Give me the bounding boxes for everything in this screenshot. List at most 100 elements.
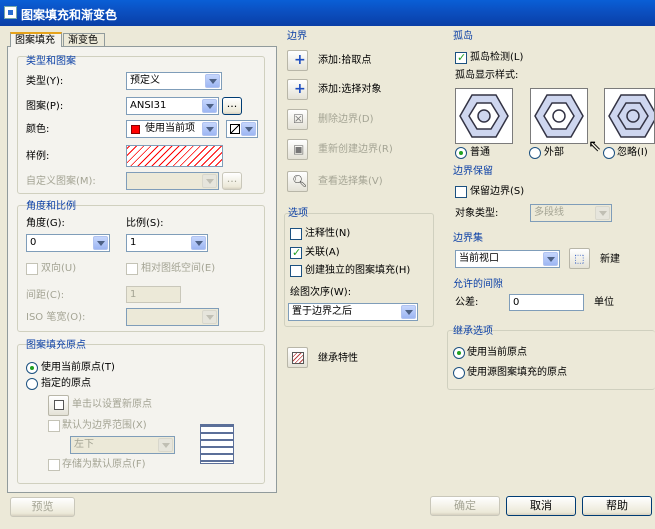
ok-button[interactable]: 确定 [430,496,500,516]
pattern-select-value: ANSI31 [130,100,167,111]
options-title: 选项 [288,208,308,219]
select-objects-label: 添加:选择对象 [318,84,382,95]
select-objects-button[interactable]: + [287,79,308,100]
type-select-value: 预定义 [130,75,160,86]
draw-order-label: 绘图次序(W): [290,287,352,298]
view-selections-button[interactable]: 🔍︎ [287,171,308,192]
plus-icon: + [294,52,306,68]
pattern-swatch[interactable] [126,145,223,167]
plus-cursor-icon: + [294,81,306,97]
spacing-input[interactable]: 1 [126,286,181,303]
specified-origin-radio[interactable] [26,378,38,390]
type-pattern-title: 类型和图案 [26,56,76,67]
magnifier-icon: 🔍︎ [292,174,308,188]
tolerance-input[interactable]: 0 [509,294,584,311]
scale-select[interactable]: 1 [126,234,208,252]
swatch-label: 样例: [26,151,50,162]
iso-width-label: ISO 笔宽(O): [26,312,86,323]
chevron-down-icon [543,252,558,266]
boundary-set-select[interactable]: 当前视口 [455,250,560,268]
crosshair-icon [54,400,64,410]
color-select-value: 使用当前项 [145,123,195,134]
chevron-down-icon [202,99,217,113]
extents-position-select[interactable]: 左下 [70,436,175,454]
inherit-source-origin-radio[interactable] [453,367,465,379]
recreate-boundary-button[interactable]: ▣ [287,139,308,160]
paper-space-checkbox[interactable] [126,263,138,275]
angle-select-value: 0 [30,237,37,248]
double-label: 双向(U) [41,263,77,274]
pattern-browse-button[interactable]: ... [222,97,242,115]
app-icon [4,6,17,19]
remove-boundaries-button[interactable]: ☒ [287,109,308,130]
island-ignore-icon [608,94,654,138]
cancel-button[interactable]: 取消 [506,496,576,516]
angle-label: 角度(G): [26,218,65,229]
background-color-select[interactable] [226,120,258,138]
default-extents-checkbox[interactable] [48,420,60,432]
preview-button[interactable]: 预览 [10,497,75,517]
click-set-origin-label: 单击以设置新原点 [72,399,152,410]
inherit-current-origin-radio[interactable] [453,347,465,359]
inherit-options-group [447,330,655,390]
scale-select-value: 1 [130,237,137,248]
tab-hatch[interactable]: 图案填充 [10,32,62,47]
brick-origin-preview-icon [200,424,234,464]
draw-order-select[interactable]: 置于边界之后 [288,303,418,321]
remove-boundaries-label: 删除边界(D) [318,114,374,125]
spacing-label: 间距(C): [26,290,65,301]
annotative-checkbox[interactable] [290,228,302,240]
pattern-select[interactable]: ANSI31 [126,97,219,115]
island-outer-icon [534,94,584,138]
help-button[interactable]: 帮助 [582,496,652,516]
chevron-down-icon [401,305,416,319]
boundary-set-title: 边界集 [453,233,483,244]
use-current-origin-radio[interactable] [26,362,38,374]
chevron-down-icon [93,236,108,250]
separate-hatches-checkbox[interactable] [290,265,302,277]
new-boundary-set-button[interactable]: ⬚ [569,248,590,269]
double-checkbox[interactable] [26,263,38,275]
draw-order-value: 置于边界之后 [292,306,352,317]
island-ignore-preview[interactable] [604,88,655,144]
island-ignore-radio[interactable] [603,147,615,159]
inherit-properties-button[interactable] [287,347,308,368]
no-fill-icon [230,124,240,134]
chevron-down-icon [205,74,220,88]
store-default-checkbox[interactable] [48,459,60,471]
island-normal-preview[interactable] [455,88,513,144]
custom-pattern-label: 自定义图案(M): [26,176,96,187]
set-origin-button[interactable] [48,395,69,416]
island-normal-label: 普通 [470,147,490,158]
type-label: 类型(Y): [26,76,64,87]
red-swatch-icon [131,125,140,134]
pick-points-label: 添加:拾取点 [318,55,372,66]
color-select[interactable]: 使用当前项 [126,120,219,138]
island-style-label: 孤岛显示样式: [455,70,519,81]
angle-select[interactable]: 0 [26,234,110,252]
island-outer-label: 外部 [544,147,564,158]
iso-width-select[interactable] [126,308,219,326]
custom-browse-button[interactable]: ... [222,172,242,190]
chevron-down-icon [595,206,610,220]
angle-scale-title: 角度和比例 [26,201,76,212]
tolerance-label: 公差: [455,297,479,308]
default-extents-label: 默认为边界范围(X) [62,420,147,431]
island-normal-radio[interactable] [455,147,467,159]
recreate-icon: ▣ [293,142,305,156]
island-outer-radio[interactable] [529,147,541,159]
retain-boundaries-checkbox[interactable] [455,186,467,198]
custom-pattern-select[interactable] [126,172,219,190]
island-outer-preview[interactable] [530,88,588,144]
chevron-down-icon [241,122,256,136]
object-type-select[interactable]: 多段线 [530,204,612,222]
inherit-brush-icon [292,352,304,364]
boundary-retention-title: 边界保留 [453,166,493,177]
pick-points-button[interactable]: + [287,50,308,71]
island-detection-checkbox[interactable] [455,51,467,64]
type-select[interactable]: 预定义 [126,72,222,90]
specified-origin-label: 指定的原点 [41,378,91,389]
associative-checkbox[interactable] [290,246,302,259]
tolerance-unit: 单位 [594,297,614,308]
inherit-current-origin-label: 使用当前原点 [467,347,527,358]
